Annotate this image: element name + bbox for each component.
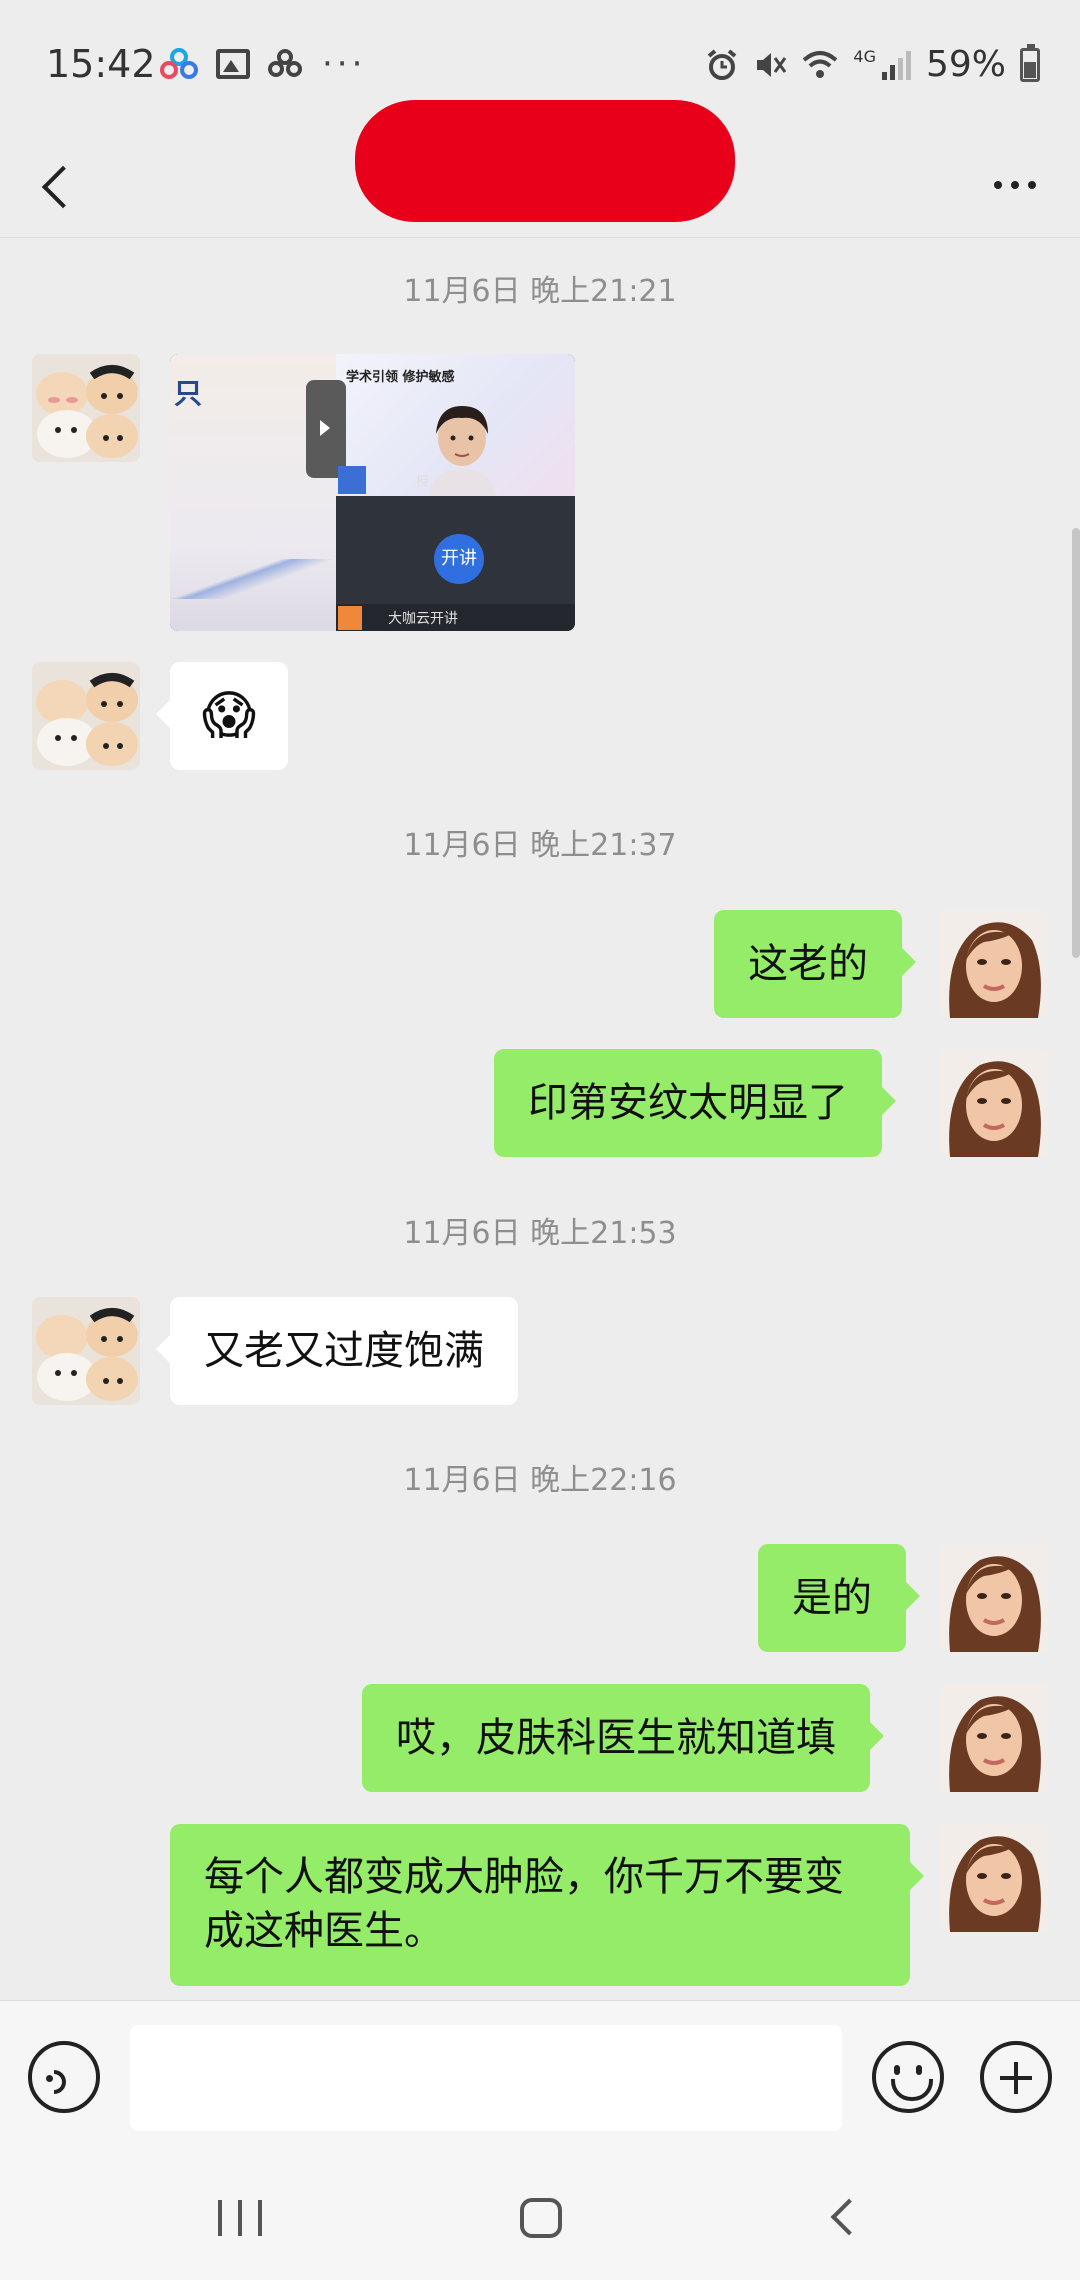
play-icon[interactable] [306, 380, 346, 478]
voice-input-icon[interactable] [28, 2041, 100, 2113]
chat-title-redacted [355, 100, 735, 222]
video-footer: 大咖云开讲 [336, 604, 575, 631]
status-right-icons: 4G 59% [705, 43, 1040, 85]
alarm-icon [708, 48, 737, 80]
wifi-icon [803, 50, 838, 78]
outgoing-message-bubble[interactable]: 每个人都变成大肿脸，你千万不要变成这种医生。 [170, 1824, 924, 1986]
cloud-icon [160, 48, 198, 80]
incoming-message-bubble[interactable]: 又老又过度饱满 [156, 1297, 518, 1405]
my-avatar[interactable] [940, 1824, 1048, 1932]
timestamp: 11月6日 晚上21:53 [403, 1216, 677, 1251]
my-avatar[interactable] [940, 910, 1048, 1018]
network-type: 4G [853, 47, 876, 66]
kaijiang-button[interactable]: 开讲 [434, 534, 484, 584]
system-nav-bar [0, 2150, 1080, 2280]
emoji-icon[interactable] [872, 2041, 944, 2113]
image-icon [216, 49, 250, 79]
timestamp: 11月6日 晚上21:21 [403, 274, 677, 309]
timestamp: 11月6日 晚上21:37 [403, 828, 677, 863]
input-bar [0, 2000, 1080, 2150]
message-input[interactable] [130, 2025, 842, 2131]
speaker-face [428, 406, 496, 496]
outgoing-message-bubble[interactable]: 这老的 [714, 910, 916, 1018]
status-left-icons: ··· [160, 44, 366, 84]
contact-avatar[interactable] [32, 662, 140, 770]
my-avatar[interactable] [940, 1544, 1048, 1652]
slide-glyph: 只 [174, 377, 203, 410]
back-button[interactable] [28, 150, 98, 220]
contact-avatar[interactable] [32, 354, 140, 462]
link-icon [268, 49, 304, 79]
emoji-message-bubble[interactable]: 😱 [156, 662, 288, 770]
more-options-button[interactable] [980, 160, 1050, 210]
more-dots-icon: ··· [322, 44, 367, 84]
contact-avatar[interactable] [32, 1297, 140, 1405]
video-message[interactable]: 只 学术引领 修护敏感 授 开讲 大咖云开讲 [170, 354, 575, 631]
system-back-icon[interactable] [830, 2198, 868, 2236]
outgoing-message-bubble[interactable]: 是的 [758, 1544, 920, 1652]
timestamp: 11月6日 晚上22:16 [403, 1463, 677, 1498]
status-time: 15:42 [46, 42, 156, 86]
host-icon [338, 606, 362, 630]
recent-apps-icon[interactable] [218, 2200, 262, 2236]
battery-icon [1020, 43, 1040, 82]
outgoing-message-bubble[interactable]: 印第安纹太明显了 [494, 1049, 896, 1157]
home-icon[interactable] [520, 2198, 562, 2238]
video-footer-label: 大咖云开讲 [388, 611, 458, 627]
video-header-text: 学术引领 修护敏感 [346, 370, 455, 385]
battery-text: 59% [925, 44, 1006, 85]
user-icon [338, 466, 366, 494]
video-speaker-panel: 学术引领 修护敏感 [336, 354, 575, 496]
plus-icon[interactable] [980, 2041, 1052, 2113]
mute-icon [757, 52, 787, 77]
my-avatar[interactable] [940, 1684, 1048, 1792]
speaker-name-suffix: 授 [416, 475, 430, 490]
my-avatar[interactable] [940, 1049, 1048, 1157]
outgoing-message-bubble[interactable]: 哎，皮肤科医生就知道填 [362, 1684, 884, 1792]
signal-icon [881, 50, 911, 80]
scrollbar[interactable] [1072, 528, 1080, 958]
